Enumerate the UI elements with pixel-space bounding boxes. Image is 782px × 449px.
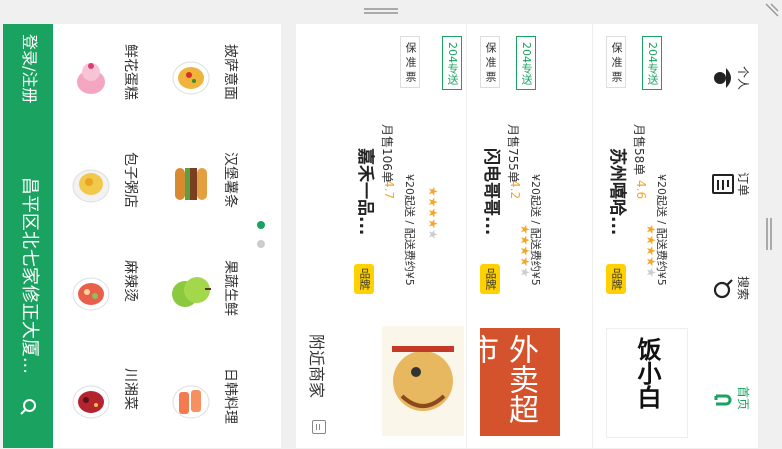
tag-piao: 票 xyxy=(610,71,623,82)
category-label: 日韩料理 xyxy=(222,368,238,424)
tag-piao: 票 xyxy=(404,71,417,82)
delivery-badge: 204专送 xyxy=(642,36,662,90)
order-icon xyxy=(712,174,734,194)
right-drag-handle[interactable] xyxy=(766,218,772,250)
tab-home[interactable]: 首页 xyxy=(708,368,758,444)
category-cake[interactable]: 鲜花蛋糕 xyxy=(69,44,169,124)
category-pasta[interactable]: 披萨意面 xyxy=(169,44,269,124)
category-label: 鲜花蛋糕 xyxy=(122,44,138,100)
delivery-badge: 204专送 xyxy=(442,36,462,90)
delivery-badge: 204专送 xyxy=(516,36,536,90)
list-icon xyxy=(312,420,326,434)
logo-text: 外卖超市 xyxy=(463,334,538,424)
tag-zhun: 准 xyxy=(610,56,623,68)
merchant-logo-eagle xyxy=(382,326,464,436)
category-label: 麻辣烫 xyxy=(122,260,138,302)
rating-value: 4.6 xyxy=(634,180,648,200)
merchant-logo-fanxiaobai: 饭小白 xyxy=(606,328,688,438)
category-panel: 鲜花蛋糕 包子粥店 麻辣烫 川湘菜 披萨意面 汉堡薯条 果蔬生鲜 日韩料理 xyxy=(53,24,281,448)
tab-search[interactable]: 搜索 xyxy=(708,260,758,336)
category-label: 果蔬生鲜 xyxy=(222,260,238,316)
brand-badge: 品牌 xyxy=(354,264,374,294)
monthly-sales: 月售106单 xyxy=(380,124,394,183)
emulator-screen: 昌平区北七家修正大厦... 登录/注册 鲜花蛋糕 包子粥店 麻辣烫 川湘菜 披萨… xyxy=(0,0,782,449)
tag-list: 保 准 票 xyxy=(480,36,500,88)
sushi-icon xyxy=(169,378,213,422)
monthly-sales: 月售755单 xyxy=(506,124,520,183)
merchant-name[interactable]: 嘉禾一品... xyxy=(355,148,380,235)
tab-label: 订单 xyxy=(736,172,750,197)
category-fruit[interactable]: 果蔬生鲜 xyxy=(169,260,269,340)
tab-profile[interactable]: 个人 xyxy=(708,54,758,130)
monthly-sales: 月售58单 xyxy=(632,124,646,176)
cupcake-icon xyxy=(69,54,113,98)
tag-bao: 保 xyxy=(610,42,623,53)
rating-stars: ★★★★★ xyxy=(426,186,440,240)
merchant-card[interactable]: 外卖超市 品牌 闪电哥哥... ★★★★★ 4.2 月售755单 ¥20起送 /… xyxy=(463,24,593,448)
top-drag-handle[interactable] xyxy=(364,8,398,14)
brand-badge: 品牌 xyxy=(606,264,626,294)
category-malatang[interactable]: 麻辣烫 xyxy=(69,260,169,340)
resize-corner-icon[interactable] xyxy=(762,2,780,20)
merchant-name[interactable]: 苏州嘻哈... xyxy=(607,148,632,235)
home-icon xyxy=(714,394,732,412)
merchant-name[interactable]: 闪电哥哥... xyxy=(481,148,506,235)
tag-bao: 保 xyxy=(404,42,417,53)
tab-label: 首页 xyxy=(736,386,750,411)
search-bar: 昌平区北七家修正大厦... 登录/注册 xyxy=(3,24,53,448)
logo-text: 饭小白 xyxy=(633,337,661,409)
category-bun[interactable]: 包子粥店 xyxy=(69,152,169,232)
category-label: 川湘菜 xyxy=(122,368,138,410)
tab-orders[interactable]: 订单 xyxy=(708,158,758,234)
login-register-link[interactable]: 登录/注册 xyxy=(19,34,39,103)
category-label: 汉堡薯条 xyxy=(222,152,238,208)
search-icon[interactable] xyxy=(18,397,38,417)
min-order: ¥20起送 / 配送费约¥5 xyxy=(655,174,668,286)
pager-dot-active[interactable] xyxy=(257,221,265,229)
tab-label: 搜索 xyxy=(736,276,750,301)
burger-icon xyxy=(169,162,213,206)
tab-label: 个人 xyxy=(736,66,750,91)
tag-zhun: 准 xyxy=(484,56,497,68)
bun-porridge-icon xyxy=(69,162,113,206)
category-label: 包子粥店 xyxy=(122,152,138,208)
tag-zhun: 准 xyxy=(404,56,417,68)
tag-list: 保 准 票 xyxy=(606,36,626,88)
category-japanese[interactable]: 日韩料理 xyxy=(169,368,269,448)
pager-dot[interactable] xyxy=(257,240,265,248)
category-sichuan[interactable]: 川湘菜 xyxy=(69,368,169,448)
min-order: ¥20起送 / 配送费约¥5 xyxy=(529,174,542,286)
pasta-icon xyxy=(169,54,213,98)
merchant-logo-supermarket: 外卖超市 xyxy=(463,328,560,436)
spicy-hotpot-icon xyxy=(69,270,113,314)
sichuan-dish-icon xyxy=(69,378,113,422)
tag-list: 保 准 票 xyxy=(400,36,420,88)
tag-bao: 保 xyxy=(484,42,497,53)
tag-piao: 票 xyxy=(484,71,497,82)
nearby-title: 附近商家 xyxy=(307,334,326,399)
min-order: ¥20起送 / 配送费约¥5 xyxy=(403,174,416,286)
merchant-card[interactable]: 品牌 嘉禾一品... ★★★★★ 4.7 月售106单 ¥20起送 / 配送费约… xyxy=(346,24,467,448)
category-burger[interactable]: 汉堡薯条 xyxy=(169,152,269,232)
person-icon xyxy=(712,66,736,90)
search-icon xyxy=(712,278,734,300)
apple-icon xyxy=(169,270,213,314)
brand-badge: 品牌 xyxy=(480,264,500,294)
category-label: 披萨意面 xyxy=(222,44,238,100)
merchant-panel: 附近商家 品牌 嘉禾一品... ★★★★★ 4.7 月售106单 ¥20起送 /… xyxy=(296,24,708,448)
tab-bar: 首页 搜索 订单 个人 xyxy=(708,24,758,448)
merchant-card[interactable]: 饭小白 品牌 苏州嘻哈... ★★★★★ 4.6 月售58单 ¥20起送 / 配… xyxy=(598,24,708,448)
